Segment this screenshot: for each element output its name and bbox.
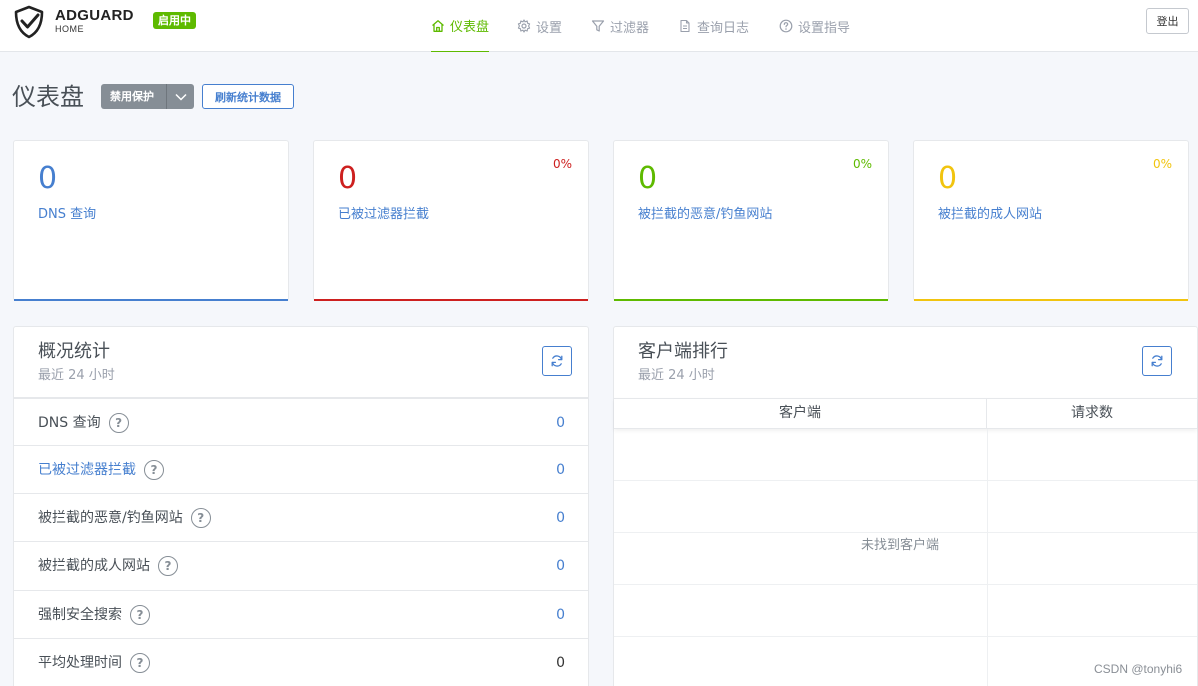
- nav-query-log-label: 查询日志: [697, 20, 750, 36]
- help-icon[interactable]: ?: [158, 556, 178, 576]
- column-divider: [987, 481, 988, 532]
- page-title: 仪表盘: [12, 83, 84, 111]
- refresh-icon: [1151, 355, 1163, 367]
- nav-settings-label: 设置: [536, 20, 563, 36]
- overview-row-value[interactable]: 0: [556, 591, 565, 639]
- refresh-statistics-button[interactable]: 刷新统计数据: [202, 84, 294, 109]
- row-label-text: DNS 查询: [38, 415, 101, 431]
- gear-icon: [517, 19, 531, 33]
- overview-row-label: 平均处理时间?: [38, 639, 150, 686]
- stat-card-dns-queries: 0 DNS 查询: [13, 140, 289, 301]
- nav-settings[interactable]: 设置: [517, 0, 562, 52]
- brand-subtitle: HOME: [55, 24, 84, 34]
- top-header: ADGUARD HOME 启用中 仪表盘 设置 过滤器 查询日志 设置指导 登出: [0, 0, 1198, 52]
- clients-table-header: 客户端 请求数: [614, 398, 1197, 429]
- chevron-down-icon: [174, 93, 187, 101]
- stat-value: 0: [938, 161, 958, 196]
- stat-color-bar: [14, 299, 288, 301]
- refresh-icon: [551, 355, 563, 367]
- help-icon[interactable]: ?: [190, 508, 211, 528]
- overview-row-label: 被拦截的成人网站?: [38, 542, 178, 590]
- stat-card-blocked-by-filters: 0% 0 已被过滤器拦截: [313, 140, 589, 301]
- document-icon: [680, 19, 690, 33]
- overview-row-adult-websites: 被拦截的成人网站? 0: [14, 541, 589, 589]
- nav-dashboard[interactable]: 仪表盘: [431, 0, 490, 52]
- stat-label[interactable]: 已被过滤器拦截: [338, 203, 429, 222]
- overview-subtitle: 最近 24 小时: [38, 368, 115, 383]
- overview-statistics-panel: 概况统计 最近 24 小时 DNS 查询? 0 已被过滤器拦截? 0 被拦截的恶…: [13, 326, 589, 686]
- nav-setup-guide[interactable]: 设置指导: [779, 0, 850, 52]
- adguard-shield-logo[interactable]: [12, 5, 46, 39]
- stat-percent: 0%: [1152, 157, 1172, 171]
- stat-color-bar: [914, 299, 1188, 301]
- nav-query-log[interactable]: 查询日志: [678, 0, 749, 52]
- stat-color-bar: [614, 299, 888, 301]
- nav-setup-guide-label: 设置指导: [798, 20, 851, 36]
- stat-value: 0: [38, 161, 58, 196]
- stat-card-blocked-malware-phishing: 0% 0 被拦截的恶意/钓鱼网站: [613, 140, 889, 301]
- watermark: CSDN @tonyhi6: [1094, 662, 1183, 676]
- row-label-text: 平均处理时间: [38, 655, 122, 671]
- column-divider: [987, 429, 988, 480]
- table-row: [614, 585, 1197, 637]
- column-divider: [987, 585, 988, 636]
- stat-label[interactable]: 被拦截的恶意/钓鱼网站: [638, 203, 772, 222]
- help-icon[interactable]: ?: [144, 460, 164, 480]
- column-header-requests[interactable]: 请求数: [987, 399, 1197, 428]
- table-row: [614, 481, 1197, 533]
- column-header-client[interactable]: 客户端: [614, 399, 987, 428]
- nav-dashboard-label: 仪表盘: [450, 20, 490, 35]
- overview-title: 概况统计: [38, 341, 110, 362]
- protection-status-badge: 启用中: [153, 12, 196, 29]
- column-divider: [987, 533, 988, 584]
- nav-filters-label: 过滤器: [610, 20, 650, 36]
- table-row: [614, 429, 1197, 481]
- row-label-text: 被拦截的恶意/钓鱼网站: [38, 510, 183, 526]
- stat-value: 0: [338, 161, 358, 196]
- overview-row-value[interactable]: 0: [556, 399, 565, 447]
- protection-dropdown-toggle[interactable]: [166, 84, 194, 109]
- stat-percent: 0%: [552, 157, 572, 171]
- stat-label[interactable]: DNS 查询: [38, 203, 96, 222]
- clients-subtitle: 最近 24 小时: [638, 368, 715, 383]
- overview-row-safe-search: 强制安全搜索? 0: [14, 590, 589, 638]
- top-clients-panel: 客户端排行 最近 24 小时 客户端 请求数 未找到客户端: [613, 326, 1198, 686]
- overview-row-dns-queries: DNS 查询? 0: [14, 397, 589, 445]
- help-circle-icon: [779, 19, 793, 33]
- no-clients-message: 未找到客户端: [840, 534, 960, 553]
- help-icon[interactable]: ?: [108, 413, 129, 433]
- home-icon: [432, 19, 444, 32]
- stat-label[interactable]: 被拦截的成人网站: [938, 203, 1042, 222]
- refresh-clients-button[interactable]: [1142, 346, 1172, 376]
- overview-row-value[interactable]: 0: [556, 446, 565, 494]
- overview-row-label: 强制安全搜索?: [38, 591, 150, 639]
- disable-protection-label: 禁用保护: [110, 90, 154, 103]
- filter-icon: [591, 20, 605, 32]
- brand[interactable]: ADGUARD HOME: [55, 7, 134, 34]
- clients-title: 客户端排行: [638, 341, 728, 362]
- stat-value: 0: [638, 161, 658, 196]
- row-label-text: 已被过滤器拦截: [38, 462, 136, 478]
- overview-row-value[interactable]: 0: [556, 542, 565, 590]
- nav-filters[interactable]: 过滤器: [591, 0, 649, 52]
- overview-row-label: DNS 查询?: [38, 399, 129, 447]
- help-icon[interactable]: ?: [130, 653, 150, 673]
- help-icon[interactable]: ?: [130, 605, 150, 625]
- overview-row-value: 0: [556, 655, 565, 671]
- overview-row-label[interactable]: 已被过滤器拦截?: [38, 446, 164, 494]
- brand-name: ADGUARD: [55, 7, 134, 24]
- overview-row-malware-phishing: 被拦截的恶意/钓鱼网站? 0: [14, 493, 589, 541]
- overview-row-label: 被拦截的恶意/钓鱼网站?: [38, 494, 211, 542]
- stat-color-bar: [314, 299, 588, 301]
- refresh-overview-button[interactable]: [542, 346, 572, 376]
- overview-row-value[interactable]: 0: [556, 494, 565, 542]
- row-label-text: 强制安全搜索: [38, 607, 122, 623]
- stat-card-blocked-adult-websites: 0% 0 被拦截的成人网站: [913, 140, 1189, 301]
- logout-button[interactable]: 登出: [1146, 8, 1189, 34]
- row-label-text: 被拦截的成人网站: [38, 558, 150, 574]
- stat-percent: 0%: [852, 157, 872, 171]
- overview-row-avg-processing-time: 平均处理时间? 0: [14, 638, 589, 686]
- column-divider: [987, 637, 988, 686]
- overview-row-blocked-by-filters: 已被过滤器拦截? 0: [14, 445, 589, 493]
